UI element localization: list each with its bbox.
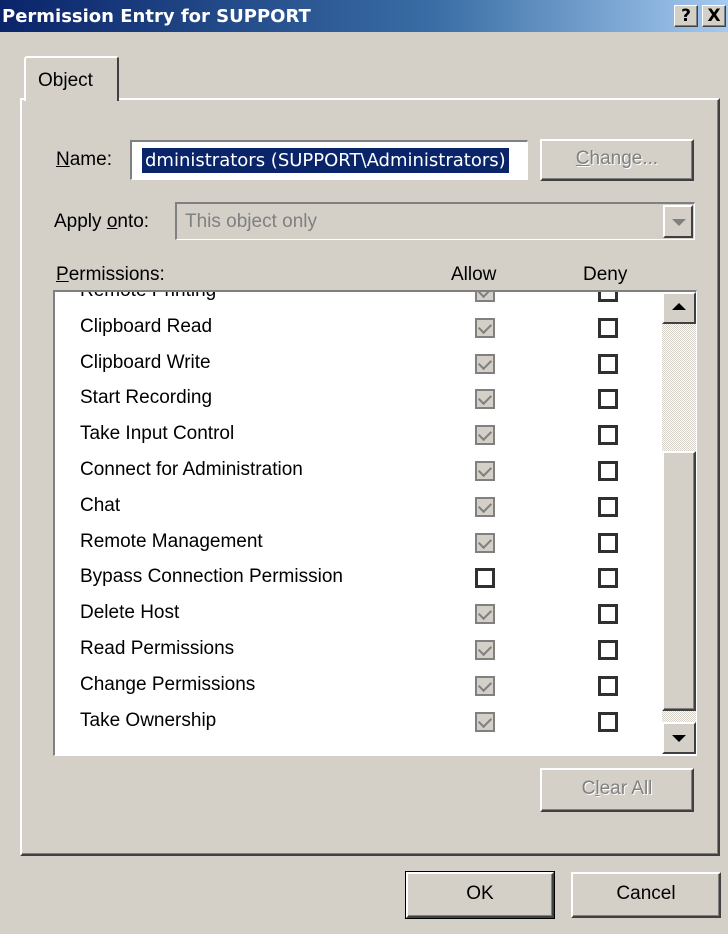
- apply-onto-value: This object only: [185, 211, 318, 232]
- apply-onto-label: Apply onto:: [54, 211, 150, 232]
- allow-checkbox[interactable]: [475, 675, 495, 696]
- permission-name: Bypass Connection Permission: [80, 566, 343, 588]
- deny-checkbox[interactable]: [598, 389, 618, 410]
- permission-name: Remote Management: [80, 530, 263, 552]
- permission-row: Delete Host: [55, 596, 655, 632]
- permission-row: Start Recording: [55, 381, 655, 417]
- deny-checkbox[interactable]: [598, 675, 618, 696]
- title-bar: Permission Entry for SUPPORT ? X: [0, 0, 728, 32]
- permission-name: Chat: [80, 494, 121, 516]
- deny-checkbox[interactable]: [598, 353, 618, 374]
- deny-checkbox[interactable]: [598, 711, 618, 732]
- permission-name: Clipboard Write: [80, 351, 211, 373]
- permission-row: Chat: [55, 489, 655, 525]
- name-field[interactable]: dministrators (SUPPORT\Administrators): [130, 140, 528, 180]
- allow-checkbox[interactable]: [475, 353, 495, 374]
- tab-object[interactable]: Object: [24, 56, 119, 101]
- help-button[interactable]: ?: [674, 5, 698, 27]
- scroll-down-icon[interactable]: [662, 722, 696, 754]
- deny-checkbox[interactable]: [598, 425, 618, 446]
- allow-checkbox[interactable]: [475, 292, 495, 302]
- window-title: Permission Entry for SUPPORT: [2, 6, 311, 27]
- allow-checkbox[interactable]: [475, 604, 495, 625]
- permission-row: Take Ownership: [55, 704, 655, 740]
- permission-row: Bypass Connection Permission: [55, 560, 655, 596]
- clear-all-button[interactable]: Clear All: [540, 768, 694, 812]
- permissions-list[interactable]: Remote Printing Clipboard Read Clipboard W…: [53, 290, 697, 756]
- scroll-track[interactable]: [662, 324, 696, 722]
- permissions-scrollbar[interactable]: [662, 292, 696, 754]
- permission-name: Delete Host: [80, 602, 180, 624]
- permission-row: Remote Printing: [55, 290, 655, 310]
- name-label: Name:: [56, 149, 112, 170]
- permission-row: Connect for Administration: [55, 453, 655, 489]
- scroll-thumb[interactable]: [662, 450, 696, 711]
- permission-row: Change Permissions: [55, 668, 655, 704]
- permission-row: Clipboard Write: [55, 346, 655, 382]
- close-button[interactable]: X: [702, 5, 726, 27]
- deny-column-header: Deny: [583, 264, 628, 285]
- deny-checkbox[interactable]: [598, 568, 618, 589]
- deny-checkbox[interactable]: [598, 317, 618, 338]
- permission-row: Clipboard Read: [55, 310, 655, 346]
- allow-checkbox[interactable]: [475, 317, 495, 338]
- deny-checkbox[interactable]: [598, 532, 618, 553]
- deny-checkbox[interactable]: [598, 461, 618, 481]
- allow-checkbox[interactable]: [475, 568, 495, 589]
- allow-checkbox[interactable]: [475, 640, 495, 660]
- deny-checkbox[interactable]: [598, 640, 618, 660]
- allow-checkbox[interactable]: [475, 711, 495, 732]
- allow-checkbox[interactable]: [475, 389, 495, 410]
- permission-name: Read Permissions: [80, 638, 235, 659]
- allow-checkbox[interactable]: [475, 425, 495, 446]
- allow-checkbox[interactable]: [475, 461, 495, 481]
- permission-name: Take Ownership: [80, 709, 217, 731]
- permission-name: Remote Printing: [80, 290, 217, 301]
- ok-button[interactable]: OK: [405, 871, 555, 919]
- permission-name: Take Input Control: [80, 423, 235, 445]
- permission-row: Take Input Control: [55, 417, 655, 453]
- permissions-label: Permissions:: [56, 264, 165, 285]
- change-button[interactable]: Change...: [540, 139, 694, 181]
- allow-checkbox[interactable]: [475, 496, 495, 517]
- scroll-up-icon[interactable]: [662, 292, 696, 324]
- chevron-down-icon[interactable]: [663, 205, 693, 238]
- deny-checkbox[interactable]: [598, 604, 618, 625]
- cancel-button[interactable]: Cancel: [571, 872, 721, 918]
- deny-checkbox[interactable]: [598, 496, 618, 517]
- name-value: dministrators (SUPPORT\Administrators): [141, 147, 510, 174]
- permission-name: Clipboard Read: [80, 315, 213, 337]
- deny-checkbox[interactable]: [598, 292, 618, 302]
- allow-column-header: Allow: [451, 264, 497, 285]
- permission-row: Read Permissions: [55, 632, 655, 668]
- permission-name: Start Recording: [80, 387, 213, 409]
- permission-row: Remote Management: [55, 525, 655, 561]
- permission-name: Change Permissions: [80, 673, 256, 695]
- apply-onto-select[interactable]: This object only: [175, 202, 695, 240]
- permission-name: Connect for Administration: [80, 459, 303, 480]
- allow-checkbox[interactable]: [475, 532, 495, 553]
- tab-object-label: Object: [38, 70, 93, 91]
